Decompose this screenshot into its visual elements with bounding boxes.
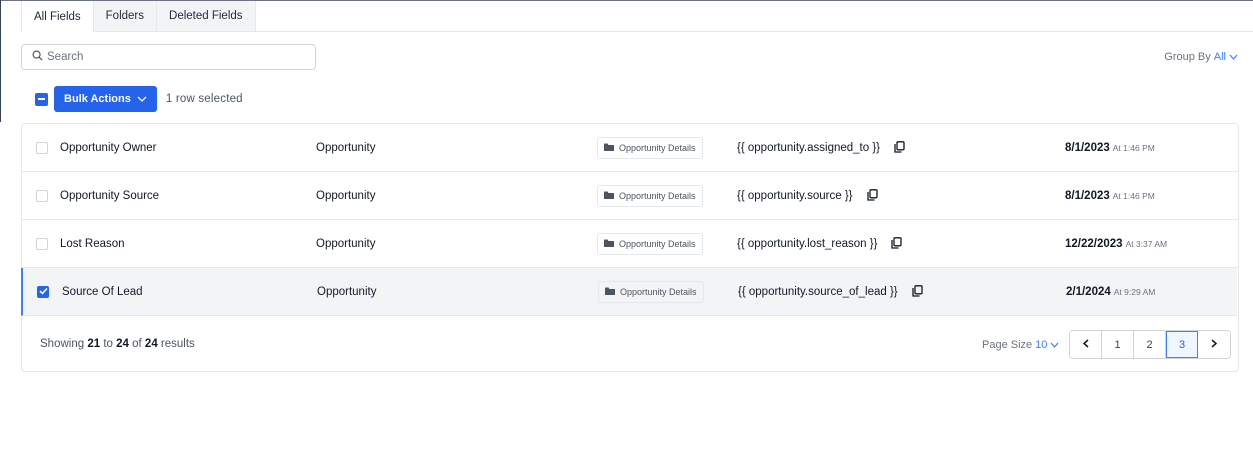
page-size-label: Page Size: [982, 339, 1033, 351]
prev-page-button[interactable]: [1070, 331, 1102, 358]
field-name: Opportunity Source: [60, 190, 160, 202]
tab-all-fields[interactable]: All Fields: [21, 1, 94, 32]
folder-badge[interactable]: Opportunity Details: [598, 281, 704, 303]
chevron-down-icon: [1050, 339, 1059, 351]
updated-time: At 1:46 PM: [1112, 143, 1155, 153]
showing-prefix: Showing: [40, 338, 85, 350]
folder-name: Opportunity Details: [620, 287, 697, 297]
bulk-actions-label: Bulk Actions: [64, 93, 131, 105]
field-key: {{ opportunity.assigned_to }}: [737, 142, 881, 154]
table-row[interactable]: Opportunity Source Opportunity Opportuni…: [22, 172, 1238, 220]
page-size-value[interactable]: 10: [1035, 339, 1047, 351]
copy-icon[interactable]: [866, 188, 878, 204]
row-checkbox-checked[interactable]: [37, 286, 49, 298]
tab-bar: All Fields Folders Deleted Fields: [21, 1, 1253, 32]
page-button-1[interactable]: 1: [1102, 331, 1134, 358]
folder-name: Opportunity Details: [619, 191, 696, 201]
folder-icon: [605, 287, 615, 297]
group-by-label: Group By: [1164, 51, 1211, 63]
field-key: {{ opportunity.source }}: [737, 190, 853, 202]
field-name: Opportunity Owner: [60, 142, 157, 154]
of-word: of: [132, 338, 142, 350]
row-checkbox[interactable]: [36, 142, 48, 154]
field-object: Opportunity: [317, 286, 377, 298]
chevron-left-icon: [1082, 338, 1089, 351]
field-key: {{ opportunity.source_of_lead }}: [738, 286, 898, 298]
folder-icon: [604, 191, 614, 201]
chevron-right-icon: [1211, 338, 1218, 351]
field-object: Opportunity: [316, 142, 376, 154]
copy-icon[interactable]: [891, 236, 903, 252]
page-button-2[interactable]: 2: [1134, 331, 1166, 358]
field-object: Opportunity: [316, 190, 376, 202]
search-input[interactable]: [47, 51, 307, 63]
table-row[interactable]: Opportunity Owner Opportunity Opportunit…: [22, 124, 1238, 172]
search-box[interactable]: [21, 44, 316, 70]
folder-badge[interactable]: Opportunity Details: [597, 233, 703, 255]
next-page-button[interactable]: [1198, 331, 1230, 358]
row-checkbox[interactable]: [36, 238, 48, 250]
field-name: Lost Reason: [60, 238, 125, 250]
updated-date: 12/22/2023: [1065, 238, 1123, 250]
pagination: 1 2 3: [1069, 330, 1231, 359]
results-from: 21: [87, 338, 101, 350]
selection-count: 1 row selected: [165, 93, 243, 105]
table-row[interactable]: Lost Reason Opportunity Opportunity Deta…: [22, 220, 1238, 268]
check-icon: [38, 286, 48, 298]
field-object: Opportunity: [316, 238, 376, 250]
results-summary: Showing 21 to 24 of 24 results: [40, 338, 195, 350]
field-name: Source Of Lead: [62, 286, 143, 298]
group-by-control[interactable]: Group By All: [1164, 51, 1238, 63]
row-checkbox[interactable]: [36, 190, 48, 202]
folder-badge[interactable]: Opportunity Details: [597, 185, 703, 207]
copy-icon[interactable]: [894, 140, 905, 156]
updated-date: 8/1/2023: [1065, 190, 1110, 202]
tab-folders[interactable]: Folders: [93, 1, 158, 31]
copy-icon[interactable]: [911, 284, 923, 300]
bulk-actions-bar: Bulk Actions 1 row selected: [35, 86, 243, 112]
updated-date: 8/1/2023: [1065, 142, 1110, 154]
results-word: results: [160, 338, 195, 350]
to-word: to: [103, 338, 113, 350]
search-icon: [32, 50, 43, 64]
group-by-value[interactable]: All: [1214, 51, 1226, 63]
folder-icon: [604, 143, 614, 153]
folder-icon: [604, 239, 614, 249]
chevron-down-icon: [137, 93, 147, 105]
bulk-actions-button[interactable]: Bulk Actions: [54, 86, 157, 112]
updated-time: At 1:46 PM: [1112, 191, 1155, 201]
updated-time: At 3:37 AM: [1125, 239, 1168, 249]
table-row-selected[interactable]: Source Of Lead Opportunity Opportunity D…: [21, 268, 1237, 316]
left-edge: [0, 0, 1, 122]
table-footer: Showing 21 to 24 of 24 results Page Size…: [22, 318, 1238, 372]
chevron-down-icon: [1229, 51, 1238, 63]
updated-date: 2/1/2024: [1066, 286, 1111, 298]
tab-deleted-fields[interactable]: Deleted Fields: [157, 1, 256, 31]
folder-badge[interactable]: Opportunity Details: [597, 137, 703, 159]
select-all-checkbox[interactable]: [35, 92, 48, 106]
folder-name: Opportunity Details: [619, 239, 696, 249]
folder-name: Opportunity Details: [619, 143, 696, 153]
field-key: {{ opportunity.lost_reason }}: [737, 238, 878, 250]
fields-table: Opportunity Owner Opportunity Opportunit…: [21, 123, 1239, 372]
results-to: 24: [116, 338, 129, 350]
updated-time: At 9:29 AM: [1113, 287, 1156, 297]
page-button-3[interactable]: 3: [1166, 331, 1198, 358]
page-size-control[interactable]: Page Size 10: [982, 339, 1059, 351]
results-total: 24: [144, 338, 158, 350]
